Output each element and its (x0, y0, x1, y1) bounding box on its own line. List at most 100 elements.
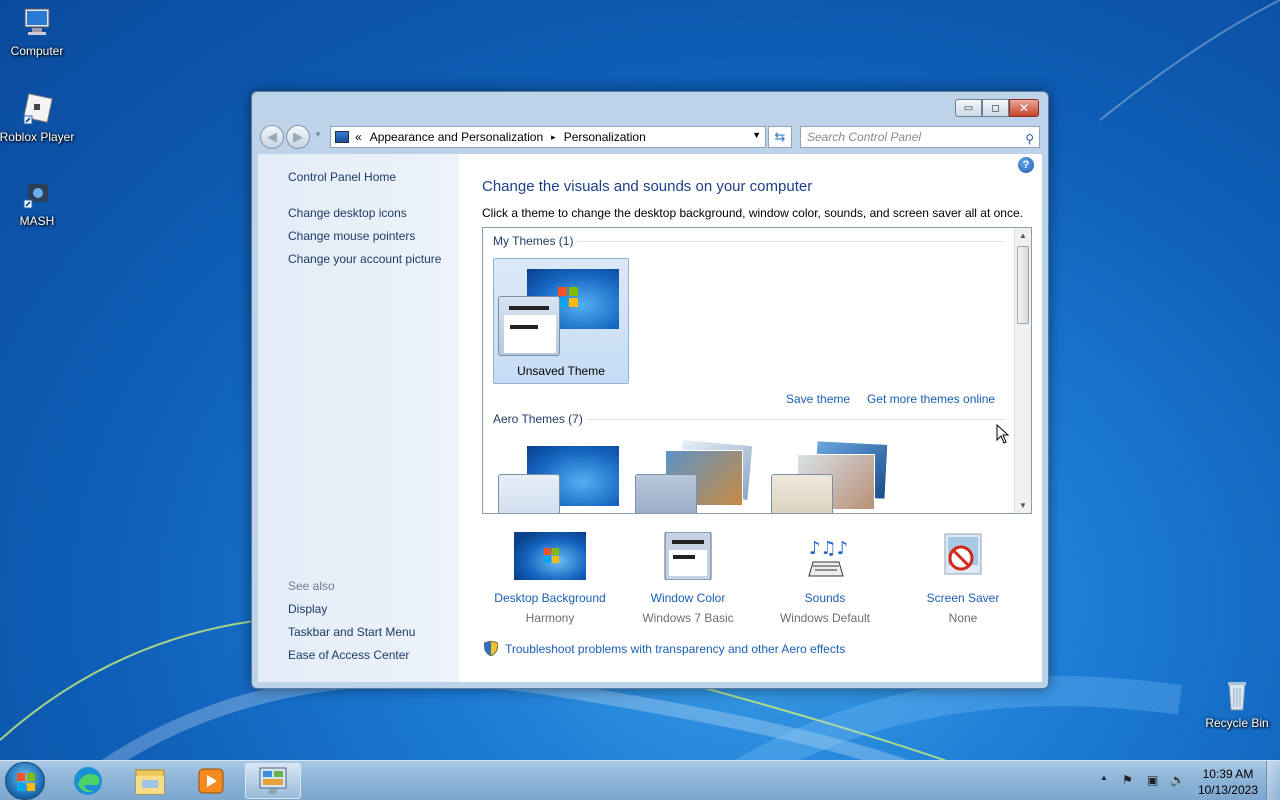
theme-window-preview (498, 296, 560, 356)
svg-text:♪♫♪: ♪♫♪ (809, 538, 848, 559)
network-icon[interactable]: ▣ (1147, 773, 1158, 787)
clock[interactable]: 10:39 AM 10/13/2023 (1198, 766, 1258, 798)
screen-saver-setting[interactable]: Screen Saver None (895, 532, 1031, 625)
desktop-icon-recycle-bin[interactable]: Recycle Bin (1197, 678, 1277, 730)
group-divider (577, 241, 1005, 242)
setting-value: None (948, 611, 978, 625)
action-center-flag-icon[interactable]: ⚑ (1122, 773, 1133, 787)
search-icon[interactable]: ⚲ (1025, 129, 1034, 149)
help-icon[interactable]: ? (1018, 157, 1034, 173)
theme-window-preview (635, 474, 697, 513)
taskbar-edge[interactable] (60, 763, 116, 799)
screen-saver-icon (944, 533, 982, 575)
scroll-down-icon[interactable]: ▼ (1019, 501, 1027, 510)
theme-tile-unsaved[interactable]: Unsaved Theme (493, 258, 629, 384)
group-divider (587, 419, 1005, 420)
back-button[interactable]: ◀ (260, 125, 284, 149)
left-pane: Control Panel Home Change desktop icons … (258, 154, 459, 682)
change-mouse-pointers-link[interactable]: Change mouse pointers (288, 229, 415, 243)
setting-name[interactable]: Screen Saver (895, 591, 1031, 605)
roblox-icon (23, 93, 53, 125)
taskbar: ▲ ⚑ ▣ 🔈 10:39 AM 10/13/2023 (0, 760, 1280, 800)
desktop-background-icon (514, 532, 586, 580)
page-description: Click a theme to change the desktop back… (482, 206, 1023, 220)
control-panel-home-link[interactable]: Control Panel Home (288, 170, 396, 184)
display-link[interactable]: Display (288, 602, 327, 616)
window-color-setting[interactable]: Window Color Windows 7 Basic (620, 531, 756, 625)
clock-time: 10:39 AM (1202, 767, 1254, 781)
control-panel-icon (335, 131, 349, 143)
get-more-themes-link[interactable]: Get more themes online (867, 392, 995, 406)
window-controls: ▭ ◻ ✕ (955, 99, 1039, 117)
setting-name[interactable]: Desktop Background (482, 591, 618, 605)
breadcrumb-separator[interactable]: ▸ (551, 132, 556, 143)
desktop-icon-mash[interactable]: MASH (0, 176, 77, 228)
setting-value: Windows Default (779, 611, 871, 625)
setting-value: Windows 7 Basic (642, 611, 734, 625)
media-player-icon (198, 768, 224, 794)
taskbar-media-player[interactable] (183, 763, 239, 799)
windows-logo-icon (17, 773, 35, 791)
troubleshoot-label[interactable]: Troubleshoot problems with transparency … (505, 642, 845, 656)
aero-themes-heading: Aero Themes (7) (493, 412, 583, 426)
themes-list: My Themes (1) Unsaved Theme Save theme G… (482, 227, 1032, 514)
title-bar[interactable]: ▭ ◻ ✕ (252, 92, 1048, 124)
desktop-icon-label: Computer (10, 44, 64, 58)
ease-of-access-link[interactable]: Ease of Access Center (288, 648, 409, 662)
sounds-setting[interactable]: ♪♫♪ Sounds Windows Default (757, 532, 893, 625)
desktop-icon-computer[interactable]: Computer (0, 6, 77, 58)
recent-pages-dropdown[interactable]: ▼ (314, 130, 322, 139)
window-content: Control Panel Home Change desktop icons … (258, 154, 1042, 682)
change-desktop-icons-link[interactable]: Change desktop icons (288, 206, 407, 220)
volume-muted-icon[interactable]: 🔈 (1170, 773, 1185, 787)
maximize-button[interactable]: ◻ (982, 99, 1009, 117)
close-button[interactable]: ✕ (1009, 99, 1039, 117)
clock-date: 10/13/2023 (1197, 783, 1258, 797)
show-hidden-icons-icon[interactable]: ▲ (1100, 773, 1108, 782)
security-shield-icon (484, 641, 498, 656)
refresh-button[interactable]: ⇆ (768, 126, 792, 148)
taskbar-control-panel[interactable] (245, 763, 301, 799)
troubleshoot-aero-link[interactable]: Troubleshoot problems with transparency … (484, 641, 845, 656)
navigation-bar: ◀ ▶ ▼ « Appearance and Personalization ▸… (258, 124, 1042, 150)
control-panel-icon (259, 767, 287, 794)
breadcrumb-personalization[interactable]: Personalization (564, 130, 646, 144)
breadcrumb-prefix[interactable]: « (355, 130, 362, 144)
desktop-icon-label: Roblox Player (0, 130, 75, 144)
save-theme-link[interactable]: Save theme (786, 392, 850, 406)
setting-name[interactable]: Window Color (620, 591, 756, 605)
show-desktop-button[interactable] (1266, 761, 1280, 800)
desktop-background-setting[interactable]: Desktop Background Harmony (482, 532, 618, 625)
computer-icon (24, 8, 50, 35)
minimize-button[interactable]: ▭ (955, 99, 982, 117)
desktop-icon-roblox-player[interactable]: Roblox Player (0, 92, 77, 144)
personalization-window: ▭ ◻ ✕ ◀ ▶ ▼ « Appearance and Personaliza… (251, 91, 1049, 689)
theme-window-preview (771, 474, 833, 513)
theme-window-preview (498, 474, 560, 513)
start-button[interactable] (5, 762, 45, 800)
search-input[interactable]: Search Control Panel ⚲ (800, 126, 1040, 148)
setting-value: Harmony (525, 611, 575, 625)
scrollbar-thumb[interactable] (1017, 246, 1029, 324)
sounds-icon: ♪♫♪ (808, 538, 848, 577)
taskbar-start-menu-link[interactable]: Taskbar and Start Menu (288, 625, 415, 639)
forward-button[interactable]: ▶ (286, 125, 310, 149)
taskbar-file-explorer[interactable] (122, 763, 178, 799)
address-bar[interactable]: « Appearance and Personalization ▸ Perso… (330, 126, 766, 148)
my-themes-heading: My Themes (1) (493, 234, 574, 248)
setting-name[interactable]: Sounds (757, 591, 893, 605)
scroll-up-icon[interactable]: ▲ (1019, 231, 1027, 240)
folder-icon (135, 769, 165, 795)
desktop-icon-label: Recycle Bin (1205, 716, 1269, 730)
edge-browser-icon (74, 767, 102, 795)
desktop-icon-label: MASH (19, 214, 55, 228)
theme-tile-label: Unsaved Theme (517, 364, 605, 378)
mouse-cursor-icon (996, 424, 1010, 444)
themes-scrollbar[interactable]: ▲ ▼ (1014, 228, 1031, 513)
system-tray: ▲ ⚑ ▣ 🔈 10:39 AM 10/13/2023 (1090, 761, 1280, 800)
recycle-bin-icon (1228, 682, 1246, 711)
breadcrumb-appearance[interactable]: Appearance and Personalization (370, 130, 543, 144)
mash-icon (23, 184, 48, 209)
address-dropdown-icon[interactable]: ▼ (752, 130, 761, 140)
change-account-picture-link[interactable]: Change your account picture (288, 252, 441, 266)
